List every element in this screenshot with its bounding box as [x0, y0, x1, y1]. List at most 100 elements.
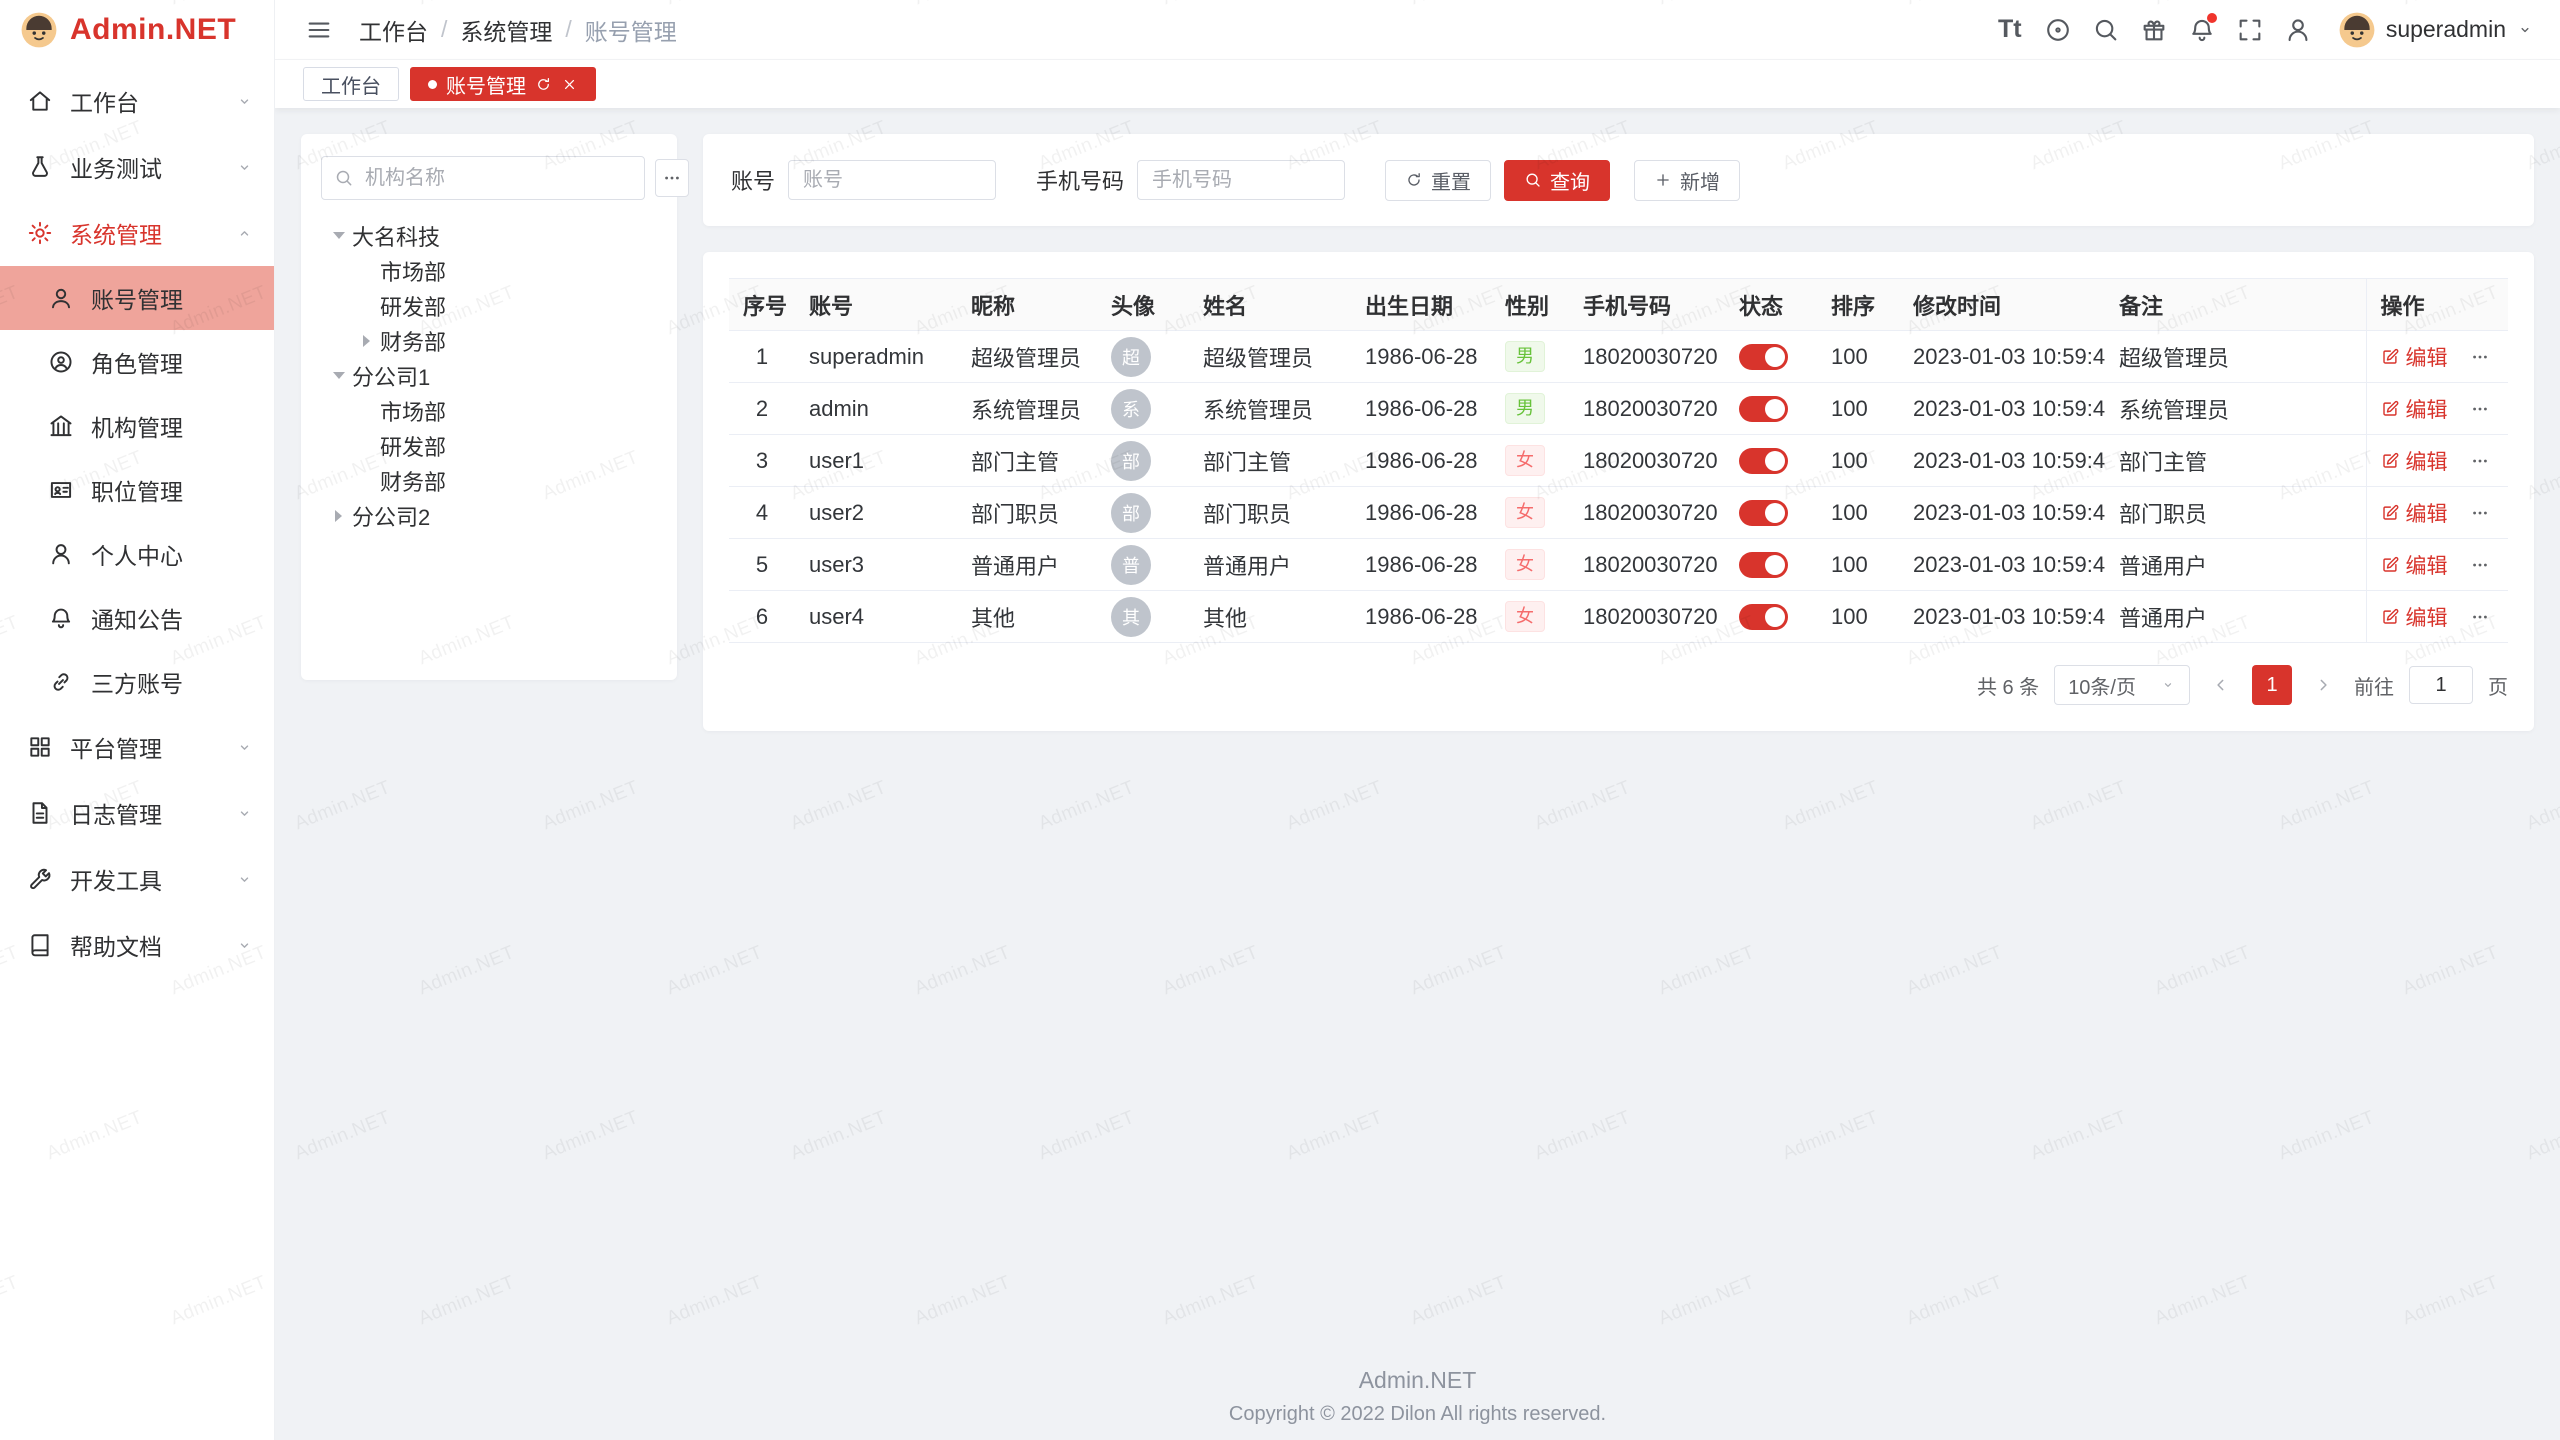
- avatar: 部: [1111, 493, 1151, 533]
- column-header-birth: 出生日期: [1351, 279, 1491, 331]
- status-toggle[interactable]: [1739, 448, 1788, 474]
- cell-status: [1725, 383, 1817, 435]
- row-more-actions-icon[interactable]: [2470, 555, 2490, 575]
- account-label: 账号: [731, 164, 775, 196]
- toggle-knob: [1765, 503, 1785, 523]
- sidebar-item-help-docs[interactable]: 帮助文档: [0, 912, 274, 978]
- tree-node[interactable]: 研发部: [321, 288, 657, 323]
- search-button[interactable]: 查询: [1504, 160, 1610, 201]
- cell-birth: 1986-06-28: [1351, 383, 1491, 435]
- org-icon: [48, 413, 74, 439]
- cell-time: 2023-01-03 10:59:44: [1899, 487, 2105, 539]
- notice-icon: [48, 605, 74, 631]
- sidebar-subitem-org-management[interactable]: 机构管理: [0, 394, 274, 458]
- toggle-knob: [1765, 555, 1785, 575]
- sidebar-subitem-notice-announcement[interactable]: 通知公告: [0, 586, 274, 650]
- tree-node[interactable]: 分公司2: [321, 498, 657, 533]
- org-search-field[interactable]: [321, 156, 645, 200]
- cell-gender: 女: [1491, 487, 1569, 539]
- tree-node[interactable]: 市场部: [321, 253, 657, 288]
- tree-more-actions-button[interactable]: [655, 159, 689, 197]
- tab-account-management[interactable]: 账号管理: [410, 67, 596, 101]
- account-input[interactable]: [788, 160, 996, 200]
- breadcrumb-item-system[interactable]: 系统管理: [460, 13, 552, 47]
- tree-node[interactable]: 财务部: [321, 323, 657, 358]
- breadcrumb-item-workbench[interactable]: 工作台: [359, 13, 428, 47]
- sidebar-item-log-management[interactable]: 日志管理: [0, 780, 274, 846]
- cell-ops: 编辑: [2366, 487, 2508, 539]
- reset-button[interactable]: 重置: [1385, 160, 1491, 201]
- cell-ops: 编辑: [2366, 435, 2508, 487]
- fullscreen-icon[interactable]: [2232, 12, 2268, 48]
- column-header-nickname: 昵称: [957, 279, 1097, 331]
- close-tab-icon[interactable]: [561, 76, 578, 93]
- cell-time: 2023-01-03 10:59:44: [1899, 435, 2105, 487]
- tree-node[interactable]: 大名科技: [321, 218, 657, 253]
- search-icon[interactable]: [2088, 12, 2124, 48]
- tree-node[interactable]: 分公司1: [321, 358, 657, 393]
- cell-nickname: 部门职员: [957, 487, 1097, 539]
- edit-button[interactable]: 编辑: [2381, 446, 2448, 476]
- status-toggle[interactable]: [1739, 500, 1788, 526]
- edit-icon: [2381, 347, 2400, 366]
- cell-index: 2: [729, 383, 795, 435]
- row-more-actions-icon[interactable]: [2470, 347, 2490, 367]
- phone-input[interactable]: [1137, 160, 1345, 200]
- cell-birth: 1986-06-28: [1351, 435, 1491, 487]
- tree-node[interactable]: 市场部: [321, 393, 657, 428]
- sidebar-subitem-personal-center[interactable]: 个人中心: [0, 522, 274, 586]
- cell-phone: 18020030720: [1569, 435, 1725, 487]
- notification-bell-icon[interactable]: [2184, 12, 2220, 48]
- sidebar-item-workbench[interactable]: 工作台: [0, 68, 274, 134]
- edit-button[interactable]: 编辑: [2381, 498, 2448, 528]
- sidebar-item-dev-tools[interactable]: 开发工具: [0, 846, 274, 912]
- chevron-up-icon: [235, 224, 254, 243]
- theme-icon[interactable]: [2040, 12, 2076, 48]
- status-toggle[interactable]: [1739, 344, 1788, 370]
- sidebar-item-platform-management[interactable]: 平台管理: [0, 714, 274, 780]
- sidebar-subitem-role-management[interactable]: 角色管理: [0, 330, 274, 394]
- status-toggle[interactable]: [1739, 552, 1788, 578]
- goto-page-input[interactable]: [2409, 666, 2473, 704]
- cell-name: 普通用户: [1189, 539, 1351, 591]
- edit-button[interactable]: 编辑: [2381, 602, 2448, 632]
- user-menu[interactable]: superadmin: [2338, 11, 2534, 49]
- status-toggle[interactable]: [1739, 604, 1788, 630]
- edit-button[interactable]: 编辑: [2381, 550, 2448, 580]
- sidebar-subitem-label: 账号管理: [91, 281, 254, 315]
- tree-node[interactable]: 研发部: [321, 428, 657, 463]
- edit-button[interactable]: 编辑: [2381, 394, 2448, 424]
- edit-button[interactable]: 编辑: [2381, 342, 2448, 372]
- sidebar-subitem-account-management[interactable]: 账号管理: [0, 266, 274, 330]
- font-size-icon[interactable]: Tt: [1992, 12, 2028, 48]
- row-more-actions-icon[interactable]: [2470, 399, 2490, 419]
- row-more-actions-icon[interactable]: [2470, 451, 2490, 471]
- app-logo[interactable]: Admin.NET: [0, 0, 274, 60]
- org-search-input[interactable]: [363, 166, 632, 191]
- user-outline-icon[interactable]: [2280, 12, 2316, 48]
- tree-node[interactable]: 财务部: [321, 463, 657, 498]
- search-icon: [334, 168, 354, 188]
- tab-workbench[interactable]: 工作台: [303, 67, 399, 101]
- row-more-actions-icon[interactable]: [2470, 503, 2490, 523]
- column-header-ops: 操作: [2366, 279, 2508, 331]
- row-more-actions-icon[interactable]: [2470, 607, 2490, 627]
- next-page-button[interactable]: [2307, 665, 2339, 705]
- prev-page-button[interactable]: [2205, 665, 2237, 705]
- page-size-value: 10条/页: [2068, 671, 2136, 700]
- sidebar-item-business-test[interactable]: 业务测试: [0, 134, 274, 200]
- add-button[interactable]: 新增: [1634, 160, 1740, 201]
- sidebar-item-system-management[interactable]: 系统管理: [0, 200, 274, 266]
- status-toggle[interactable]: [1739, 396, 1788, 422]
- sidebar-subitem-position-management[interactable]: 职位管理: [0, 458, 274, 522]
- collapse-menu-icon[interactable]: [301, 12, 337, 48]
- column-header-index: 序号: [729, 279, 795, 331]
- page-number-1[interactable]: 1: [2252, 665, 2292, 705]
- page-size-select[interactable]: 10条/页: [2054, 665, 2190, 705]
- layout-config-icon[interactable]: [2136, 12, 2172, 48]
- cell-ops: 编辑: [2366, 383, 2508, 435]
- cell-remark: 部门职员: [2105, 487, 2366, 539]
- sidebar-subitem-third-party-account[interactable]: 三方账号: [0, 650, 274, 714]
- cell-sort: 100: [1817, 435, 1899, 487]
- refresh-tab-icon[interactable]: [535, 76, 552, 93]
